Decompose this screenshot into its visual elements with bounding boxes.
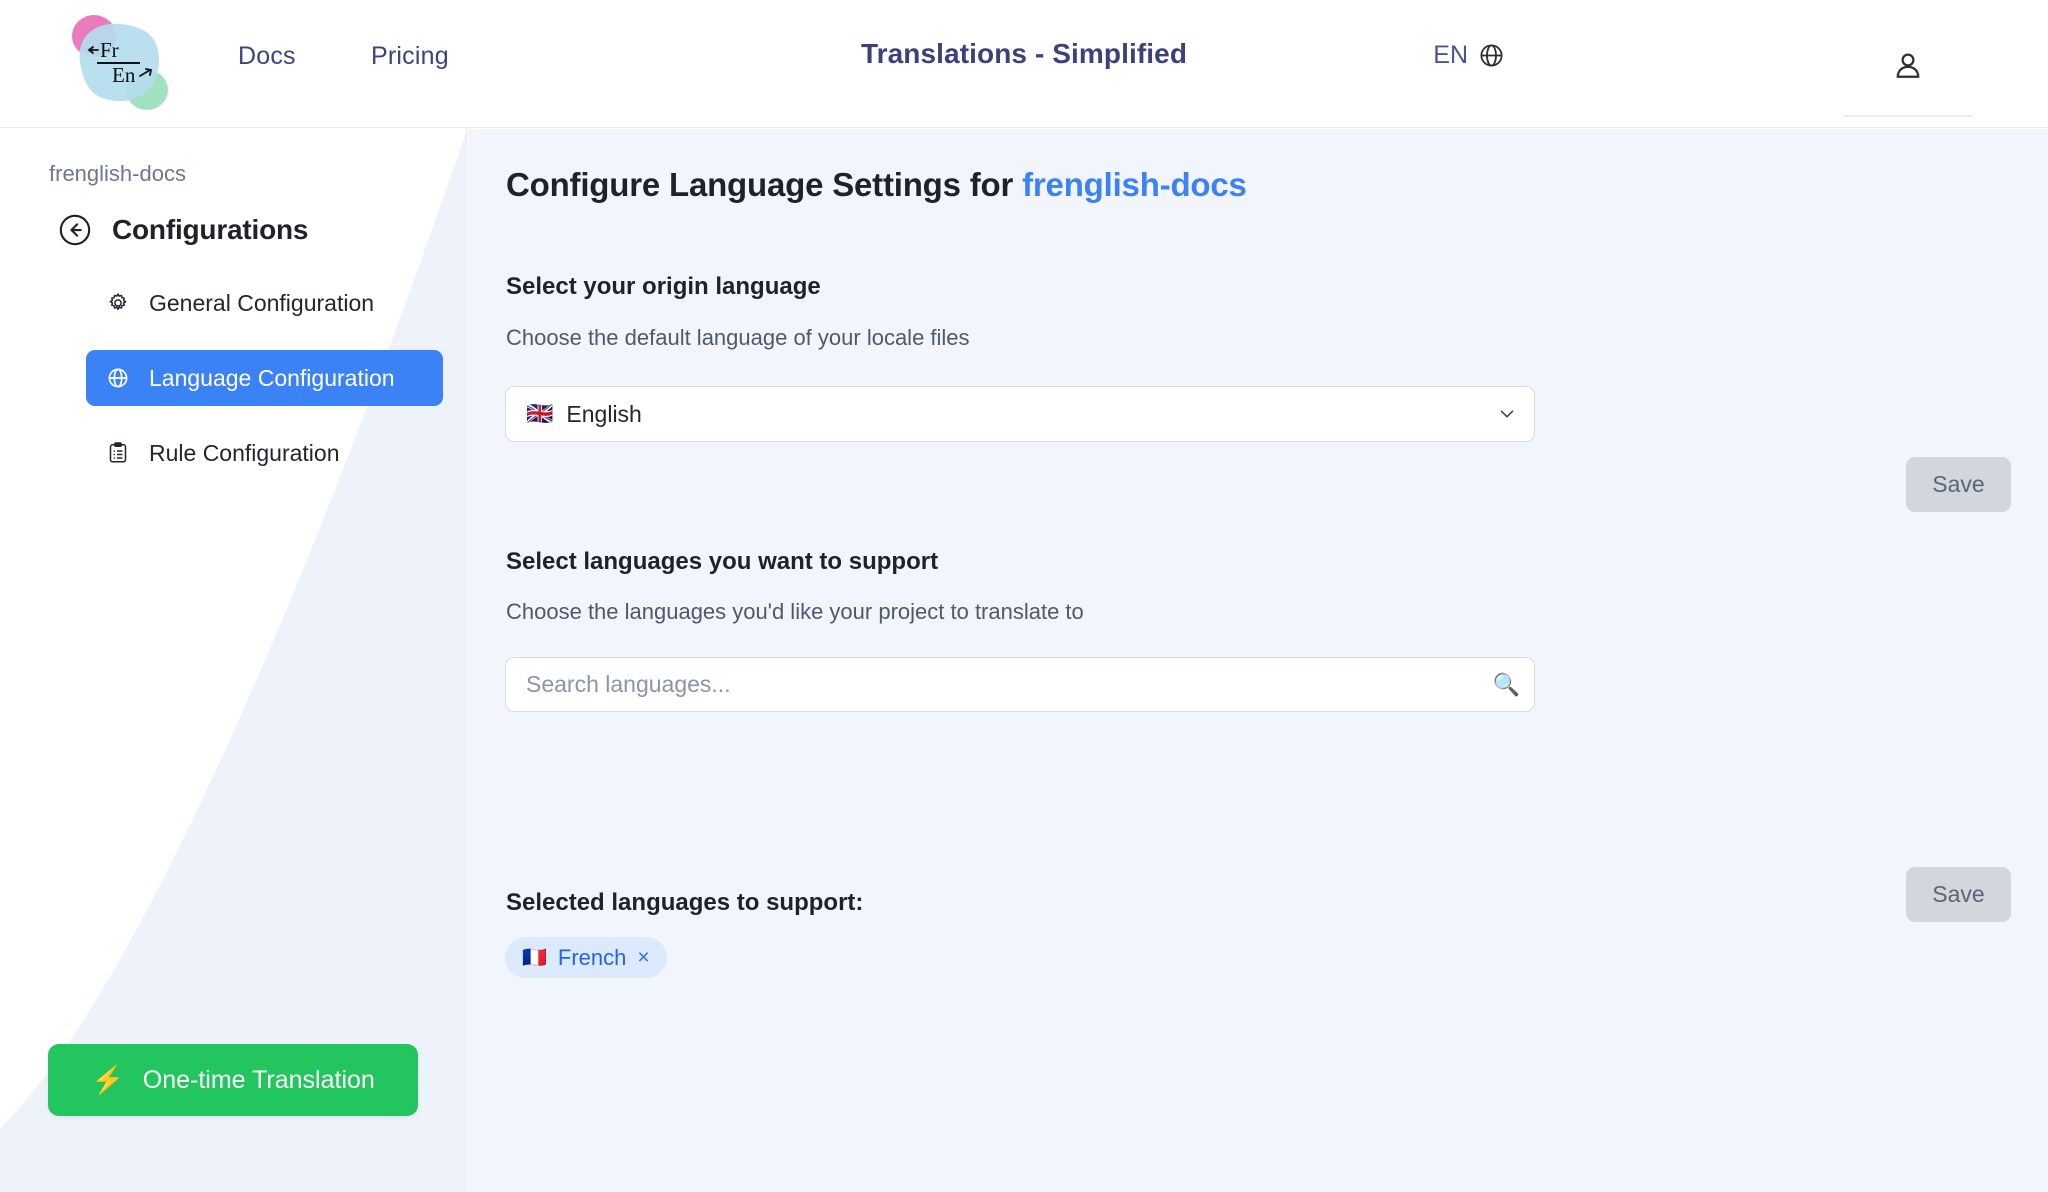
origin-language-subtitle: Choose the default language of your loca…: [506, 325, 970, 350]
language-chip-french[interactable]: 🇫🇷 French ×: [505, 937, 667, 978]
sidebar-item-label: General Configuration: [149, 289, 375, 316]
user-icon: [1896, 53, 1920, 78]
sidebar-item-label: Rule Configuration: [149, 439, 340, 466]
sidebar-item-rule-configuration[interactable]: Rule Configuration: [86, 425, 443, 481]
language-switcher-label: EN: [1433, 41, 1468, 69]
page-title: Configure Language Settings for frenglis…: [506, 166, 1247, 204]
chevron-down-icon: [1496, 403, 1518, 425]
search-languages-input[interactable]: [505, 657, 1535, 712]
arrow-left-circle-icon[interactable]: [58, 213, 92, 247]
lightning-bolt-icon: ⚡: [91, 1064, 125, 1095]
page-title-project: frenglish-docs: [1022, 166, 1247, 203]
sidebar-heading: Configurations: [112, 214, 309, 245]
selected-languages-title: Selected languages to support:: [506, 889, 864, 916]
search-languages-wrapper: 🔍: [505, 657, 1535, 712]
support-languages-subtitle: Choose the languages you'd like your pro…: [506, 599, 1084, 624]
language-chip-label: French: [557, 944, 627, 970]
selected-languages-list: 🇫🇷 French ×: [505, 937, 667, 978]
flag-icon-french: 🇫🇷: [522, 947, 547, 969]
account-divider: [1843, 115, 1973, 117]
globe-icon: [105, 366, 131, 390]
flag-icon-english: 🇬🇧: [526, 401, 554, 426]
save-origin-language-button[interactable]: Save: [1906, 457, 2011, 512]
one-time-translation-button[interactable]: ⚡ One-time Translation: [48, 1044, 418, 1116]
language-switcher[interactable]: EN: [1433, 41, 1505, 70]
origin-language-value: English: [566, 400, 642, 427]
one-time-translation-label: One-time Translation: [142, 1065, 375, 1094]
sidebar-item-label: Language Configuration: [149, 364, 395, 391]
origin-language-select[interactable]: 🇬🇧 English: [505, 386, 1535, 442]
save-supported-languages-button[interactable]: Save: [1906, 867, 2011, 922]
gear-icon: [105, 291, 131, 315]
breadcrumb[interactable]: frenglish-docs: [49, 161, 186, 187]
page-title-prefix: Configure Language Settings for: [506, 166, 1023, 203]
sidebar-item-language-configuration[interactable]: Language Configuration: [86, 350, 443, 406]
account-button[interactable]: [1843, 30, 1973, 102]
configurations-header: Configurations: [58, 213, 308, 247]
sidebar: frenglish-docs Configurations General Co…: [0, 129, 467, 1192]
globe-icon: [1480, 44, 1503, 67]
sidebar-item-general-configuration[interactable]: General Configuration: [86, 275, 443, 331]
app-header: Fr En Docs Pricing Translations - Simpli…: [0, 0, 2048, 128]
clipboard-list-icon: [105, 441, 131, 465]
main-content: Configure Language Settings for frenglis…: [468, 129, 2048, 1192]
app-title: Translations - Simplified: [860, 38, 1188, 69]
origin-language-title: Select your origin language: [506, 273, 821, 300]
close-icon[interactable]: ×: [637, 946, 649, 970]
support-languages-title: Select languages you want to support: [506, 548, 939, 575]
